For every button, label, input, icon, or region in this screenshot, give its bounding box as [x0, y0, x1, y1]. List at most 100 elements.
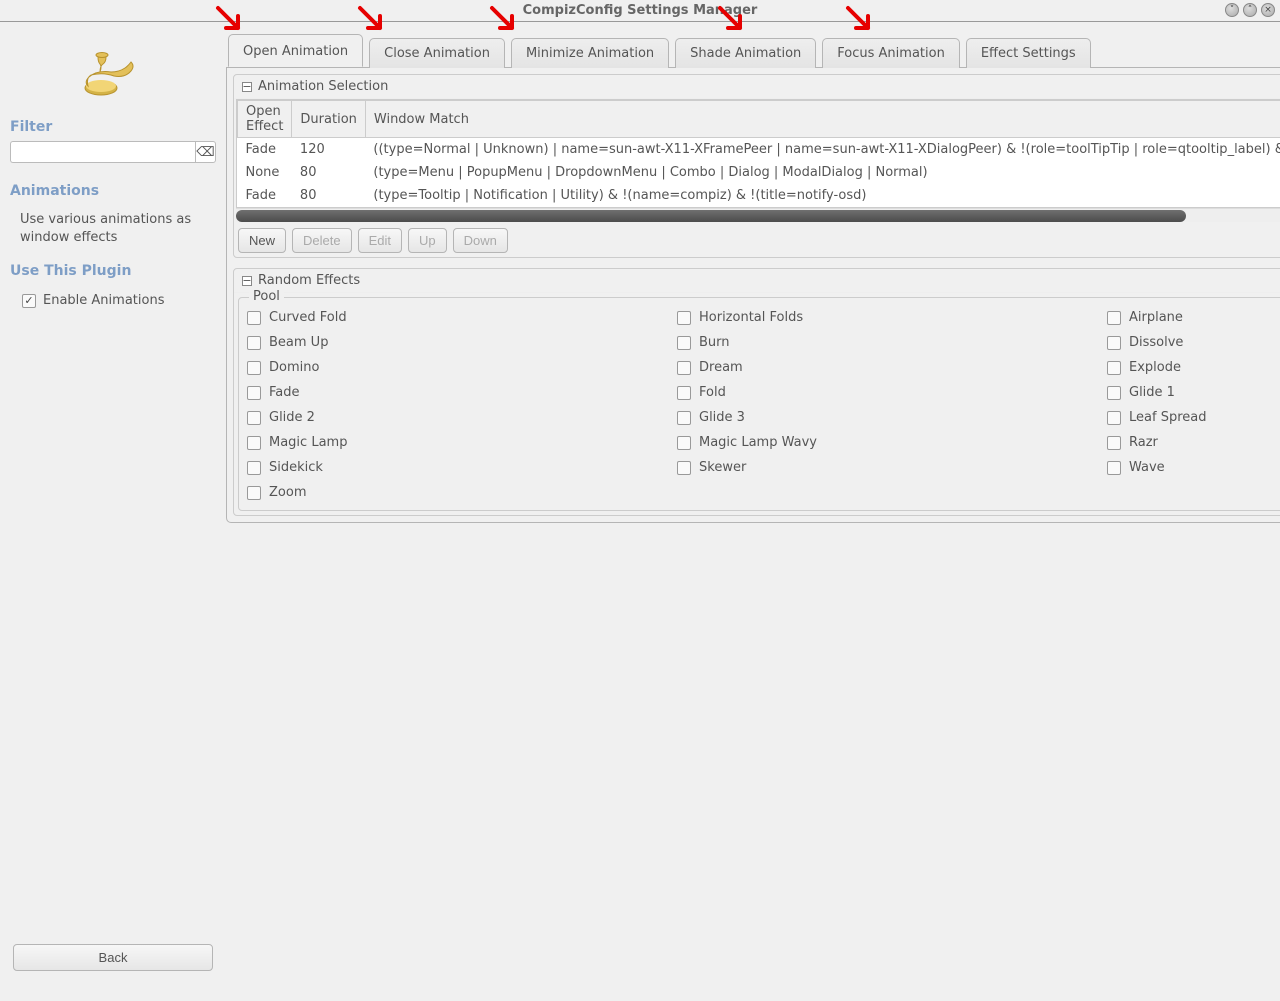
pool-item[interactable]: Leaf Spread [1107, 410, 1280, 425]
pool-checkbox[interactable] [247, 486, 261, 500]
pool-item[interactable]: Wave [1107, 460, 1280, 475]
pool-label: Pool [249, 289, 284, 304]
pool-item[interactable]: Magic Lamp Wavy [677, 435, 1097, 450]
titlebar: CompizConfig Settings Manager ˅ ˄ × [0, 0, 1280, 22]
pool-checkbox[interactable] [247, 386, 261, 400]
tab-minimize-animation[interactable]: Minimize Animation [511, 38, 669, 68]
pool-checkbox[interactable] [247, 411, 261, 425]
animation-table[interactable]: Open Effect Duration Window Match Fade 1… [236, 99, 1280, 208]
pool-item[interactable]: Fold [677, 385, 1097, 400]
new-button[interactable]: New [238, 228, 286, 253]
pool-checkbox[interactable] [677, 311, 691, 325]
col-duration[interactable]: Duration [292, 101, 365, 138]
random-effects-group: Random Effects Pool ⌫ Curved FoldHorizon… [233, 268, 1280, 516]
pool-item[interactable]: Curved Fold [247, 310, 667, 325]
maximize-window-icon[interactable]: ˄ [1243, 3, 1257, 17]
minimize-window-icon[interactable]: ˅ [1225, 3, 1239, 17]
tab-open-animation[interactable]: Open Animation [228, 34, 363, 67]
down-button[interactable]: Down [453, 228, 508, 253]
pool-item[interactable]: Sidekick [247, 460, 667, 475]
pool-item[interactable]: Burn [677, 335, 1097, 350]
pool-item[interactable]: Glide 3 [677, 410, 1097, 425]
pool-item-label: Curved Fold [269, 310, 347, 325]
pool-item-label: Fold [699, 385, 726, 400]
pool-checkbox[interactable] [247, 361, 261, 375]
pool-item-label: Dissolve [1129, 335, 1183, 350]
col-open-effect[interactable]: Open Effect [238, 101, 292, 138]
pool-item[interactable]: Glide 1 [1107, 385, 1280, 400]
pool-item[interactable]: Glide 2 [247, 410, 667, 425]
pool-checkbox[interactable] [247, 336, 261, 350]
pool-checkbox[interactable] [677, 411, 691, 425]
pool-checkbox[interactable] [677, 336, 691, 350]
edit-button[interactable]: Edit [358, 228, 402, 253]
enable-animations-checkbox[interactable] [22, 294, 36, 308]
pool-item[interactable]: Explode [1107, 360, 1280, 375]
tab-focus-animation[interactable]: Focus Animation [822, 38, 960, 68]
pool-grid: Curved Fold Horizontal Folds Airplane Beam … [247, 304, 1280, 500]
col-window-match[interactable]: Window Match [365, 101, 1280, 138]
table-row[interactable]: None 80 (type=Menu | PopupMenu | Dropdow… [238, 161, 1280, 184]
table-row[interactable]: Fade 120 ((type=Normal | Unknown) | name… [238, 138, 1280, 162]
cell-match: (type=Menu | PopupMenu | DropdownMenu | … [365, 161, 1280, 184]
enable-animations-label: Enable Animations [43, 293, 164, 308]
pool-item-label: Fade [269, 385, 300, 400]
pool-checkbox[interactable] [1107, 361, 1121, 375]
pool-item[interactable]: Beam Up [247, 335, 667, 350]
pool-checkbox[interactable] [1107, 436, 1121, 450]
pool-item-label: Zoom [269, 485, 306, 500]
horizontal-scrollbar[interactable] [236, 208, 1280, 222]
pool-item[interactable]: Airplane [1107, 310, 1280, 325]
collapse-icon[interactable] [242, 276, 252, 286]
pool-item-label: Glide 1 [1129, 385, 1175, 400]
pool-checkbox[interactable] [247, 436, 261, 450]
pool-checkbox[interactable] [247, 461, 261, 475]
pool-item-label: Sidekick [269, 460, 323, 475]
cell-effect: None [238, 161, 292, 184]
delete-button[interactable]: Delete [292, 228, 352, 253]
pool-item[interactable]: Horizontal Folds [677, 310, 1097, 325]
pool-checkbox[interactable] [677, 436, 691, 450]
window-title: CompizConfig Settings Manager [523, 3, 758, 18]
pool-checkbox[interactable] [677, 461, 691, 475]
table-row[interactable]: Fade 80 (type=Tooltip | Notification | U… [238, 184, 1280, 207]
tab-close-animation[interactable]: Close Animation [369, 38, 505, 68]
pool-item[interactable]: Dissolve [1107, 335, 1280, 350]
up-button[interactable]: Up [408, 228, 447, 253]
pool-item[interactable]: Razr [1107, 435, 1280, 450]
pool-item[interactable]: Domino [247, 360, 667, 375]
tab-shade-animation[interactable]: Shade Animation [675, 38, 816, 68]
pool-item[interactable]: Dream [677, 360, 1097, 375]
tab-panel: Animation Selection Open Effect Duration… [226, 67, 1280, 523]
pool-checkbox[interactable] [677, 361, 691, 375]
back-button[interactable]: Back [13, 944, 213, 971]
filter-input[interactable] [10, 141, 195, 163]
plugin-icon [10, 32, 216, 117]
pool-item-label: Airplane [1129, 310, 1183, 325]
cell-duration: 120 [292, 138, 365, 162]
pool-checkbox[interactable] [247, 311, 261, 325]
pool-checkbox[interactable] [1107, 336, 1121, 350]
collapse-icon[interactable] [242, 82, 252, 92]
pool-checkbox[interactable] [677, 386, 691, 400]
pool-item[interactable]: Magic Lamp [247, 435, 667, 450]
pool-item-label: Beam Up [269, 335, 328, 350]
pool-checkbox[interactable] [1107, 411, 1121, 425]
animation-selection-title: Animation Selection [258, 79, 388, 94]
pool-item[interactable]: Zoom [247, 485, 667, 500]
pool-checkbox[interactable] [1107, 386, 1121, 400]
cell-match: (type=Tooltip | Notification | Utility) … [365, 184, 1280, 207]
scrollbar-thumb[interactable] [236, 210, 1186, 222]
cell-effect: Fade [238, 138, 292, 162]
close-window-icon[interactable]: × [1261, 3, 1275, 17]
pool-item-label: Skewer [699, 460, 746, 475]
tab-effect-settings[interactable]: Effect Settings [966, 38, 1091, 68]
pool-item[interactable]: Fade [247, 385, 667, 400]
pool-item-label: Explode [1129, 360, 1181, 375]
pool-item-label: Wave [1129, 460, 1165, 475]
pool-checkbox[interactable] [1107, 461, 1121, 475]
pool-item[interactable]: Skewer [677, 460, 1097, 475]
animation-selection-group: Animation Selection Open Effect Duration… [233, 74, 1280, 258]
pool-checkbox[interactable] [1107, 311, 1121, 325]
clear-filter-button[interactable]: ⌫ [195, 141, 216, 163]
